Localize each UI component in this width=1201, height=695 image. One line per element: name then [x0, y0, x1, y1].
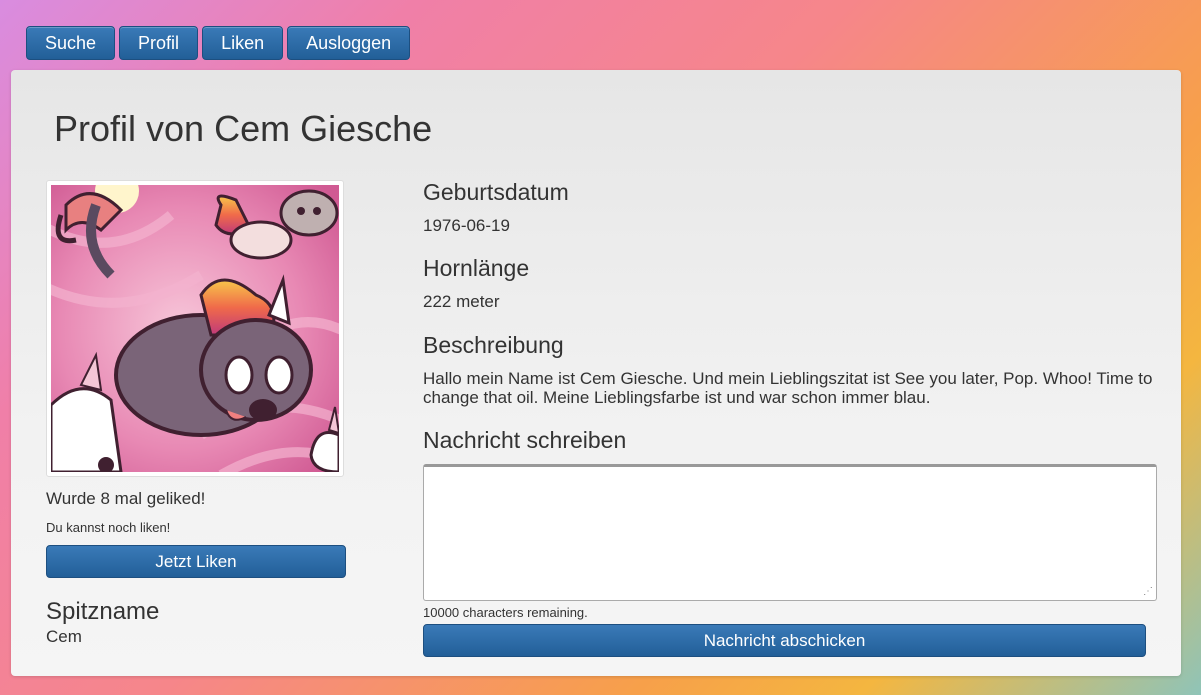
birthdate-heading: Geburtsdatum — [423, 179, 569, 205]
like-button[interactable]: Jetzt Liken — [46, 545, 346, 578]
nav-liken-button[interactable]: Liken — [202, 26, 284, 60]
likes-count-text: Wurde 8 mal geliked! — [46, 489, 206, 508]
profile-photo — [46, 180, 344, 477]
profile-card: Profil von Cem Giesche Wurde 8 mal gelik… — [11, 70, 1181, 676]
nickname-heading: Spitzname — [46, 598, 160, 625]
message-heading: Nachricht schreiben — [423, 427, 627, 453]
send-message-button[interactable]: Nachricht abschicken — [423, 624, 1146, 657]
message-textarea[interactable] — [423, 464, 1157, 601]
page-title: Profil von Cem Giesche — [54, 108, 433, 149]
birthdate-value: 1976-06-19 — [423, 216, 510, 235]
nickname-value: Cem — [46, 627, 82, 646]
like-hint-text: Du kannst noch liken! — [46, 520, 171, 535]
top-nav: Suche Profil Liken Ausloggen — [26, 26, 411, 60]
nav-ausloggen-button[interactable]: Ausloggen — [287, 26, 411, 60]
horn-length-heading: Hornlänge — [423, 255, 530, 281]
nav-suche-button[interactable]: Suche — [26, 26, 116, 60]
characters-remaining-text: 10000 characters remaining. — [423, 605, 588, 620]
description-value: Hallo mein Name ist Cem Giesche. Und mei… — [423, 369, 1153, 407]
nav-profil-button[interactable]: Profil — [119, 26, 199, 60]
unicorn-cat-image — [51, 185, 339, 472]
description-heading: Beschreibung — [423, 332, 564, 358]
horn-length-value: 222 meter — [423, 292, 500, 311]
resize-grip-icon[interactable]: ⋰ — [1143, 586, 1153, 597]
